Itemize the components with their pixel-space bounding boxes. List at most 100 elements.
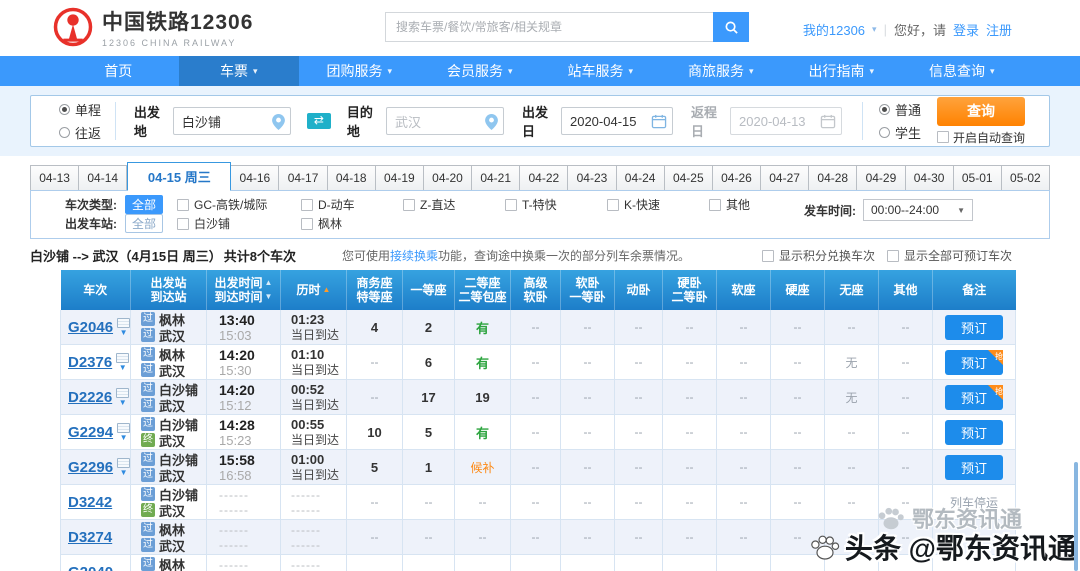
checkbox-icon[interactable]	[403, 198, 416, 211]
date-tab-04-13[interactable]: 04-13	[30, 165, 80, 191]
checkbox-icon[interactable]	[301, 198, 314, 211]
train-type-all-badge[interactable]: 全部	[125, 195, 164, 214]
train-type-option[interactable]: Z-直达	[403, 196, 491, 213]
seat-availability: --	[346, 484, 403, 520]
train-type-option[interactable]: GC-高铁/城际	[177, 196, 287, 213]
seat-availability: --	[560, 414, 615, 450]
train-type-option[interactable]: D-动车	[301, 196, 389, 213]
date-tab-04-29[interactable]: 04-29	[857, 165, 906, 191]
query-button[interactable]: 查询	[937, 96, 1026, 126]
scrollbar-thumb[interactable]	[1074, 462, 1078, 571]
date-tab-04-20[interactable]: 04-20	[423, 165, 473, 191]
register-link[interactable]: 注册	[986, 20, 1012, 39]
expand-caret-icon[interactable]: ▼	[120, 433, 128, 442]
checkbox-icon[interactable]	[505, 198, 518, 211]
date-tab-04-28[interactable]: 04-28	[809, 165, 858, 191]
page: 中国铁路12306 12306 CHINA RAILWAY 我的12306 ▾ …	[0, 0, 1080, 571]
column-header-3[interactable]: 历时 ▲	[280, 270, 347, 310]
from-label: 出发地	[133, 105, 160, 139]
train-link[interactable]: D3242	[68, 494, 112, 511]
checkbox-icon[interactable]	[301, 217, 314, 230]
points-toggle[interactable]: 显示积分兑换车次	[761, 247, 875, 264]
all-bookable-toggle[interactable]: 显示全部可预订车次	[886, 247, 1012, 264]
train-type-option[interactable]: 其他	[709, 196, 797, 213]
search-input[interactable]	[385, 12, 713, 42]
book-button[interactable]: 预订	[945, 454, 1003, 480]
brand[interactable]: 中国铁路12306 12306 CHINA RAILWAY	[52, 6, 253, 48]
calendar-icon[interactable]	[651, 114, 667, 134]
depart-station-all-badge[interactable]: 全部	[125, 214, 164, 233]
checkbox-icon[interactable]	[937, 131, 950, 143]
arrival-day-note: 当日到达	[291, 327, 340, 342]
train-link[interactable]: D2226	[68, 389, 112, 406]
date-tab-04-17[interactable]: 04-17	[279, 165, 328, 191]
date-tab-04-19[interactable]: 04-19	[375, 165, 424, 191]
nav-item-tickets[interactable]: 车票 ▾	[178, 56, 299, 86]
checkbox-icon[interactable]	[177, 217, 190, 230]
pass-station-icon: 过	[141, 452, 155, 466]
expand-caret-icon[interactable]: ▼	[119, 398, 127, 407]
seat-availability: --	[560, 449, 615, 485]
sort-asc-icon[interactable]: ▲	[323, 283, 331, 297]
location-pin-icon[interactable]	[271, 114, 285, 135]
location-pin-icon[interactable]	[485, 114, 498, 135]
book-button[interactable]: 预订抢	[945, 349, 1003, 375]
login-link[interactable]: 登录	[953, 20, 979, 39]
train-link[interactable]: G2046	[68, 319, 113, 336]
transfer-link[interactable]: 接续换乘	[390, 249, 438, 263]
nav-item-member-services[interactable]: 会员服务 ▾	[420, 56, 541, 86]
book-button[interactable]: 预订	[945, 419, 1003, 445]
train-type-option[interactable]: T-特快	[505, 196, 593, 213]
date-tab-04-21[interactable]: 04-21	[472, 165, 521, 191]
sort-desc-icon[interactable]: ▼	[265, 290, 273, 304]
date-tab-04-26[interactable]: 04-26	[712, 165, 762, 191]
date-tab-04-25[interactable]: 04-25	[664, 165, 713, 191]
nav-item-travel-guide[interactable]: 出行指南 ▾	[781, 56, 902, 86]
swap-stations-icon[interactable]: ⇄	[306, 113, 331, 129]
train-link[interactable]: G2296	[68, 459, 113, 476]
expand-caret-icon[interactable]: ▼	[119, 363, 127, 372]
train-link[interactable]: D3274	[68, 529, 112, 546]
train-link[interactable]: G2040	[68, 564, 113, 571]
nav-item-group-services[interactable]: 团购服务 ▾	[299, 56, 420, 86]
search-button[interactable]	[713, 12, 749, 42]
date-tab-04-14[interactable]: 04-14	[79, 165, 128, 191]
date-tab-04-18[interactable]: 04-18	[327, 165, 376, 191]
date-tab-04-16[interactable]: 04-16	[231, 165, 280, 191]
book-button[interactable]: 预订	[945, 314, 1003, 340]
depart-station-option[interactable]: 白沙铺	[177, 215, 287, 232]
date-tab-04-23[interactable]: 04-23	[568, 165, 617, 191]
auto-query-toggle[interactable]: 开启自动查询	[937, 129, 1025, 146]
passenger-type-student[interactable]: 学生	[879, 123, 935, 142]
column-header-2[interactable]: 出发时间 ▲ 到达时间 ▼	[206, 270, 281, 310]
trip-type-oneway[interactable]: 单程	[59, 100, 115, 119]
nav-item-home[interactable]: 首页	[58, 56, 179, 86]
date-tab-04-30[interactable]: 04-30	[905, 165, 954, 191]
nav-item-station-services[interactable]: 站车服务 ▾	[540, 56, 661, 86]
expand-caret-icon[interactable]: ▼	[120, 328, 128, 337]
date-tab-04-22[interactable]: 04-22	[520, 165, 569, 191]
train-link[interactable]: G2294	[68, 424, 113, 441]
nav-item-info-query[interactable]: 信息查询 ▾	[902, 56, 1023, 86]
checkbox-icon[interactable]	[709, 198, 722, 211]
sort-asc-icon[interactable]: ▲	[265, 276, 273, 290]
checkbox-icon[interactable]	[607, 198, 620, 211]
depart-station-option[interactable]: 枫林	[301, 215, 389, 232]
expand-caret-icon[interactable]: ▼	[120, 468, 128, 477]
checkbox-icon[interactable]	[177, 198, 190, 211]
date-tab-04-24[interactable]: 04-24	[616, 165, 665, 191]
checkbox-icon[interactable]	[886, 249, 899, 262]
passenger-type-normal[interactable]: 普通	[879, 100, 935, 119]
date-tab-04-27[interactable]: 04-27	[761, 165, 810, 191]
date-tab-04-15[interactable]: 04-15 周三	[127, 162, 232, 191]
my12306-link[interactable]: 我的12306	[803, 20, 865, 39]
book-button[interactable]: 预订抢	[945, 384, 1003, 410]
date-tab-05-02[interactable]: 05-02	[1001, 165, 1050, 191]
date-tab-05-01[interactable]: 05-01	[953, 165, 1002, 191]
nav-item-business-travel[interactable]: 商旅服务 ▾	[661, 56, 782, 86]
train-link[interactable]: D2376	[68, 354, 112, 371]
train-type-option[interactable]: K-快速	[607, 196, 695, 213]
trip-type-roundtrip[interactable]: 往返	[59, 123, 115, 142]
depart-time-select[interactable]: 00:00--24:00 ▼	[863, 199, 973, 221]
checkbox-icon[interactable]	[761, 249, 774, 262]
